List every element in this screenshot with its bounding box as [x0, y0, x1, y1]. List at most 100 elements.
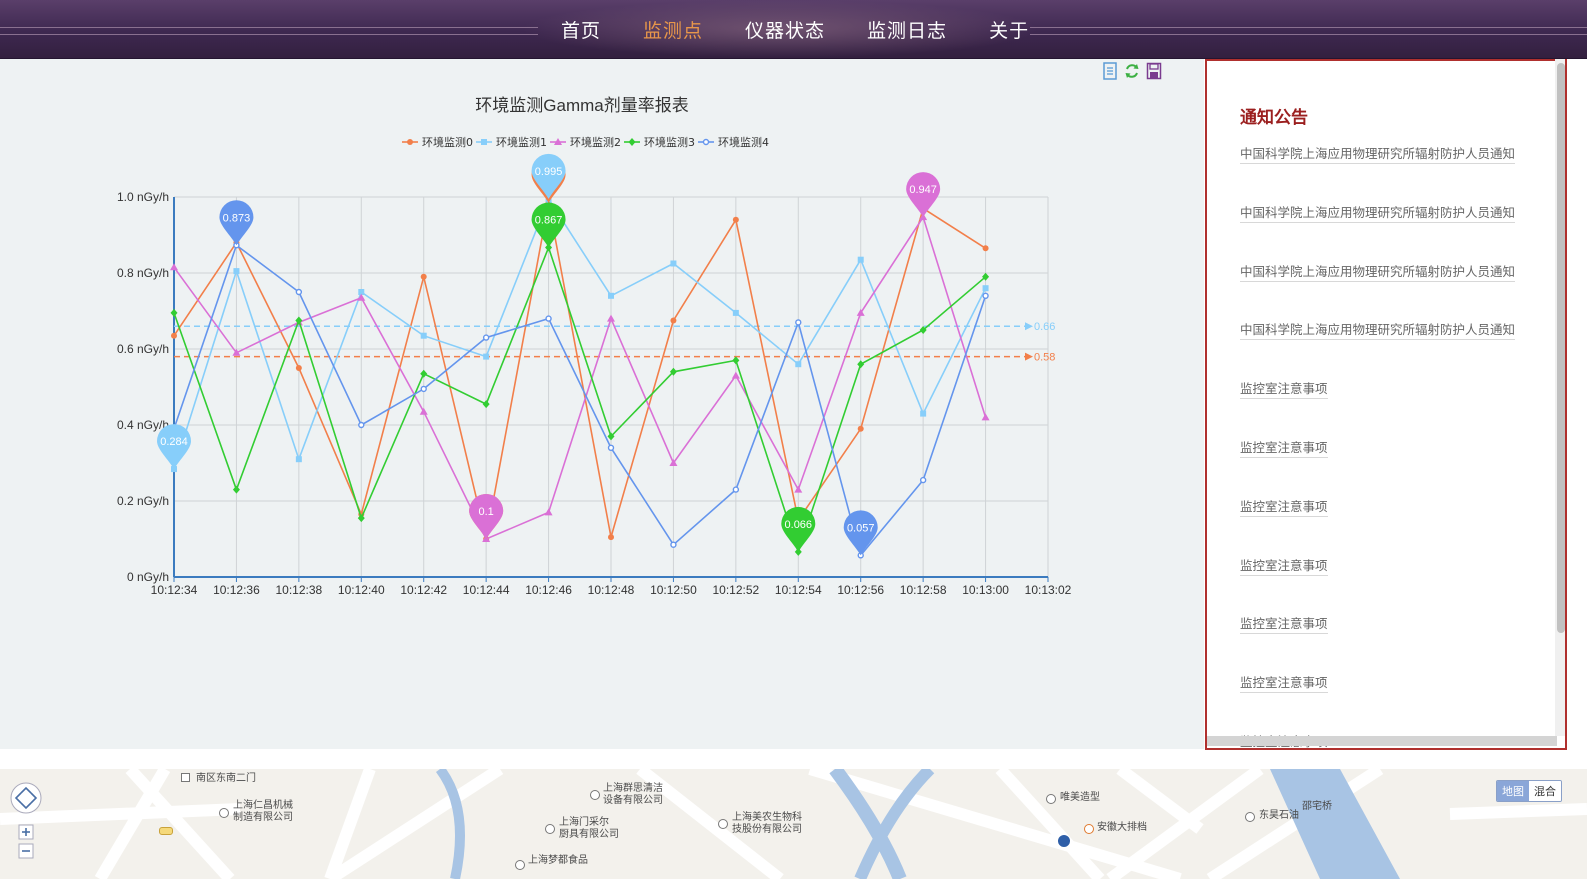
legend-marker[interactable]: [481, 139, 487, 145]
data-point[interactable]: [482, 334, 490, 341]
notice-item-link[interactable]: 中国科学院上海应用物理研究所辐射防护人员通知: [1240, 204, 1516, 223]
legend-marker[interactable]: [407, 139, 413, 145]
data-point[interactable]: [670, 541, 677, 548]
data-point[interactable]: [420, 369, 428, 378]
notice-item[interactable]: 中国科学院上海应用物理研究所辐射防护人员通知: [1240, 202, 1516, 261]
data-point[interactable]: [545, 315, 552, 322]
data-point[interactable]: [608, 534, 614, 541]
legend-marker[interactable]: [702, 138, 710, 146]
data-point[interactable]: [171, 332, 177, 339]
data-point[interactable]: [795, 361, 802, 368]
data-point[interactable]: [982, 285, 989, 292]
data-point[interactable]: [295, 456, 302, 463]
legend-item[interactable]: 环境监测1: [476, 135, 547, 149]
nav-item-monitoring-points[interactable]: 监测点: [622, 16, 724, 43]
notice-item-link[interactable]: 监控室注意事项: [1240, 557, 1328, 576]
mark-point-pin[interactable]: 0.057: [843, 510, 878, 556]
notice-item-link[interactable]: 监控室注意事项: [1240, 381, 1328, 400]
data-point[interactable]: [732, 309, 739, 316]
notice-item[interactable]: 监控室注意事项: [1240, 378, 1515, 437]
mark-point-pin[interactable]: 0.995: [531, 153, 566, 199]
data-point[interactable]: [295, 288, 303, 296]
poi-marker-icon[interactable]: [590, 790, 600, 800]
notice-item-link[interactable]: 监控室注意事项: [1240, 498, 1328, 517]
poi-marker-icon[interactable]: [219, 808, 229, 818]
notice-item-link[interactable]: 中国科学院上海应用物理研究所辐射防护人员通知: [1240, 263, 1516, 282]
notice-item[interactable]: 中国科学院上海应用物理研究所辐射防护人员通知: [1240, 261, 1516, 320]
data-point[interactable]: [732, 486, 740, 493]
mark-point-pin[interactable]: 0.1: [469, 494, 504, 539]
legend-marker[interactable]: [628, 138, 636, 146]
legend-item[interactable]: 环境监测4: [698, 135, 769, 149]
data-point[interactable]: [419, 407, 428, 415]
data-point[interactable]: [608, 292, 614, 299]
legend-item[interactable]: 环境监测0: [402, 135, 473, 149]
notice-item[interactable]: 监控室注意事项: [1240, 555, 1515, 614]
data-point[interactable]: [920, 410, 927, 417]
legend-item[interactable]: 环境监测3: [624, 135, 695, 149]
data-point[interactable]: [482, 400, 490, 409]
poi-marker-icon[interactable]: [1046, 794, 1056, 804]
mark-point-pin[interactable]: 0.284: [157, 424, 191, 470]
poi-marker-icon[interactable]: [545, 824, 555, 834]
poi-marker-icon[interactable]: [1084, 824, 1094, 834]
map-type-map-button[interactable]: 地图: [1497, 781, 1529, 801]
data-point[interactable]: [857, 256, 864, 263]
data-point[interactable]: [170, 308, 178, 317]
data-point[interactable]: [670, 260, 677, 267]
data-point[interactable]: [794, 485, 803, 493]
notice-item-link[interactable]: 监控室注意事项: [1240, 616, 1328, 635]
data-point[interactable]: [857, 360, 865, 369]
data-point[interactable]: [670, 317, 677, 324]
data-point[interactable]: [420, 385, 427, 393]
notice-item[interactable]: 监控室注意事项: [1240, 496, 1515, 555]
mark-point-pin[interactable]: 0.873: [219, 200, 254, 246]
data-point[interactable]: [233, 268, 240, 275]
data-point[interactable]: [483, 353, 490, 360]
data-point[interactable]: [982, 245, 989, 252]
data-point[interactable]: [731, 371, 740, 379]
notice-item[interactable]: 监控室注意事项: [1240, 613, 1515, 672]
data-point[interactable]: [981, 413, 990, 421]
nav-item-monitoring-log[interactable]: 监测日志: [846, 16, 968, 43]
data-point[interactable]: [420, 273, 427, 280]
mark-point-pin[interactable]: 0.066: [781, 506, 816, 552]
data-point[interactable]: [732, 216, 739, 223]
scrollbar-thumb[interactable]: [1557, 63, 1565, 633]
map-view[interactable]: 南区东南二门 上海仁昌机械 制造有限公司 上海群思清洁 设备有限公司 上海门采尔…: [0, 769, 1587, 879]
notice-item[interactable]: 中国科学院上海应用物理研究所辐射防护人员通知: [1240, 143, 1516, 202]
notice-item[interactable]: 监控室注意事项: [1240, 672, 1515, 731]
poi-marker-icon[interactable]: [718, 819, 728, 829]
notice-item-link[interactable]: 中国科学院上海应用物理研究所辐射防护人员通知: [1240, 322, 1516, 341]
data-point[interactable]: [170, 263, 178, 271]
notice-item[interactable]: 监控室注意事项: [1240, 437, 1515, 496]
notice-horizontal-scrollbar[interactable]: [1207, 736, 1557, 746]
data-point[interactable]: [919, 476, 927, 484]
data-point[interactable]: [607, 314, 615, 322]
data-point[interactable]: [795, 319, 802, 326]
legend-item[interactable]: 环境监测2: [550, 135, 621, 149]
data-point[interactable]: [857, 425, 864, 432]
data-point[interactable]: [295, 365, 302, 371]
notice-item-link[interactable]: 中国科学院上海应用物理研究所辐射防护人员通知: [1240, 146, 1516, 164]
mark-point-pin[interactable]: 0.947: [906, 172, 941, 218]
poi-marker-icon[interactable]: [515, 860, 525, 870]
bus-stop-icon[interactable]: [1058, 835, 1070, 847]
data-point[interactable]: [732, 356, 740, 365]
data-point[interactable]: [232, 485, 240, 494]
notice-item-link[interactable]: 监控室注意事项: [1240, 439, 1328, 458]
nav-item-about[interactable]: 关于: [968, 16, 1050, 43]
mark-point-pin[interactable]: 0.867: [531, 202, 566, 248]
data-point[interactable]: [358, 421, 365, 429]
notice-item[interactable]: 中国科学院上海应用物理研究所辐射防护人员通知: [1240, 319, 1516, 378]
data-point[interactable]: [420, 332, 427, 339]
map-type-hybrid-button[interactable]: 混合: [1529, 781, 1561, 801]
zoom-out-button[interactable]: [18, 843, 34, 859]
data-point[interactable]: [544, 508, 553, 516]
map-pan-control-icon[interactable]: [9, 779, 43, 819]
nav-item-home[interactable]: 首页: [540, 16, 622, 43]
data-point[interactable]: [607, 444, 615, 451]
nav-item-instrument-status[interactable]: 仪器状态: [724, 16, 846, 43]
zoom-in-button[interactable]: [18, 824, 34, 840]
data-point[interactable]: [982, 292, 989, 300]
